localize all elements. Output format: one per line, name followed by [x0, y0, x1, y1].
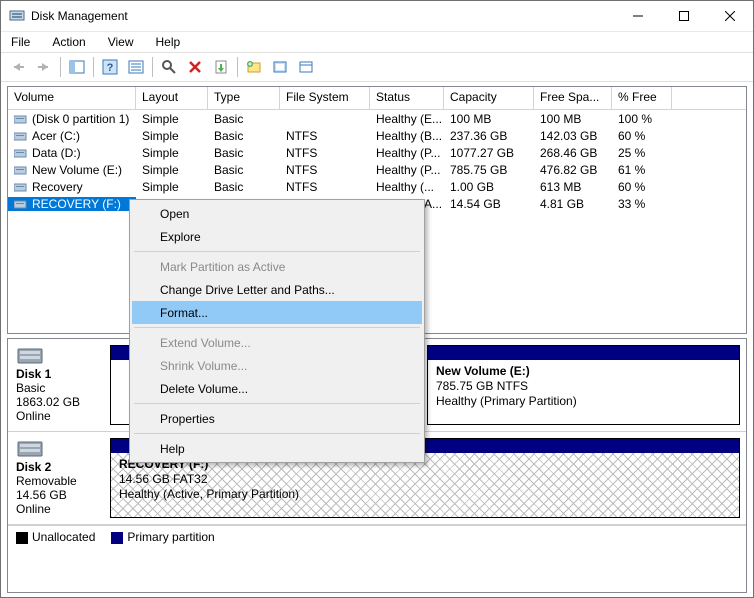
toolbar: ? [1, 52, 753, 82]
column-volume[interactable]: Volume [8, 87, 136, 109]
toolbar-separator [237, 57, 238, 77]
context-menu: Open Explore Mark Partition as Active Ch… [129, 199, 425, 463]
legend-unallocated: Unallocated [16, 530, 95, 544]
ctx-format[interactable]: Format... [132, 301, 422, 324]
toolbar-separator [93, 57, 94, 77]
column-pct[interactable]: % Free [612, 87, 672, 109]
column-fs[interactable]: File System [280, 87, 370, 109]
back-button[interactable] [6, 55, 30, 79]
column-free[interactable]: Free Spa... [534, 87, 612, 109]
menu-view[interactable]: View [104, 34, 138, 50]
window-controls [615, 1, 753, 31]
ctx-extend[interactable]: Extend Volume... [132, 331, 422, 354]
ctx-separator [134, 433, 420, 434]
disk-icon [16, 345, 44, 365]
ctx-change-letter[interactable]: Change Drive Letter and Paths... [132, 278, 422, 301]
legend-primary: Primary partition [111, 530, 214, 544]
column-layout[interactable]: Layout [136, 87, 208, 109]
menubar: File Action View Help [1, 32, 753, 52]
volume-row[interactable]: Acer (C:)SimpleBasicNTFSHealthy (B...237… [8, 127, 746, 144]
drive-icon [14, 148, 28, 158]
ctx-explore[interactable]: Explore [132, 225, 422, 248]
ctx-delete[interactable]: Delete Volume... [132, 377, 422, 400]
volume-list-header: Volume Layout Type File System Status Ca… [8, 87, 746, 110]
volume-row[interactable]: RecoverySimpleBasicNTFSHealthy (...1.00 … [8, 178, 746, 195]
drive-icon [14, 165, 28, 175]
toolbar-separator [152, 57, 153, 77]
drive-icon [14, 199, 28, 209]
ctx-separator [134, 327, 420, 328]
detach-vhd-button[interactable] [294, 55, 318, 79]
svg-text:?: ? [107, 62, 114, 74]
column-capacity[interactable]: Capacity [444, 87, 534, 109]
drive-icon [14, 182, 28, 192]
action-list-button[interactable] [124, 55, 148, 79]
properties-button[interactable] [209, 55, 233, 79]
menu-file[interactable]: File [7, 34, 34, 50]
disk-icon [16, 438, 44, 458]
menu-help[interactable]: Help [152, 34, 185, 50]
forward-button[interactable] [32, 55, 56, 79]
ctx-properties[interactable]: Properties [132, 407, 422, 430]
attach-vhd-button[interactable] [268, 55, 292, 79]
menu-action[interactable]: Action [48, 34, 89, 50]
disk-label[interactable]: Disk 1Basic1863.02 GBOnline [8, 339, 110, 431]
titlebar: Disk Management [1, 1, 753, 32]
maximize-button[interactable] [661, 1, 707, 31]
disk-management-window: Disk Management File Action View Help ? [0, 0, 754, 598]
volume-row[interactable]: New Volume (E:)SimpleBasicNTFSHealthy (P… [8, 161, 746, 178]
show-hide-tree-button[interactable] [65, 55, 89, 79]
ctx-separator [134, 251, 420, 252]
delete-button[interactable] [183, 55, 207, 79]
disk-label[interactable]: Disk 2Removable14.56 GBOnline [8, 432, 110, 524]
column-status[interactable]: Status [370, 87, 444, 109]
legend: Unallocated Primary partition [8, 525, 746, 548]
close-button[interactable] [707, 1, 753, 31]
refresh-button[interactable] [157, 55, 181, 79]
ctx-separator [134, 403, 420, 404]
minimize-button[interactable] [615, 1, 661, 31]
help-button[interactable]: ? [98, 55, 122, 79]
toolbar-separator [60, 57, 61, 77]
ctx-help[interactable]: Help [132, 437, 422, 460]
window-title: Disk Management [31, 9, 615, 23]
new-volume-button[interactable] [242, 55, 266, 79]
app-icon [9, 8, 25, 24]
ctx-mark-active[interactable]: Mark Partition as Active [132, 255, 422, 278]
volume-row[interactable]: Data (D:)SimpleBasicNTFSHealthy (P...107… [8, 144, 746, 161]
ctx-open[interactable]: Open [132, 202, 422, 225]
partition[interactable]: New Volume (E:)785.75 GB NTFSHealthy (Pr… [427, 345, 740, 425]
drive-icon [14, 131, 28, 141]
volume-row[interactable]: (Disk 0 partition 1)SimpleBasicHealthy (… [8, 110, 746, 127]
column-type[interactable]: Type [208, 87, 280, 109]
ctx-shrink[interactable]: Shrink Volume... [132, 354, 422, 377]
drive-icon [14, 114, 28, 124]
